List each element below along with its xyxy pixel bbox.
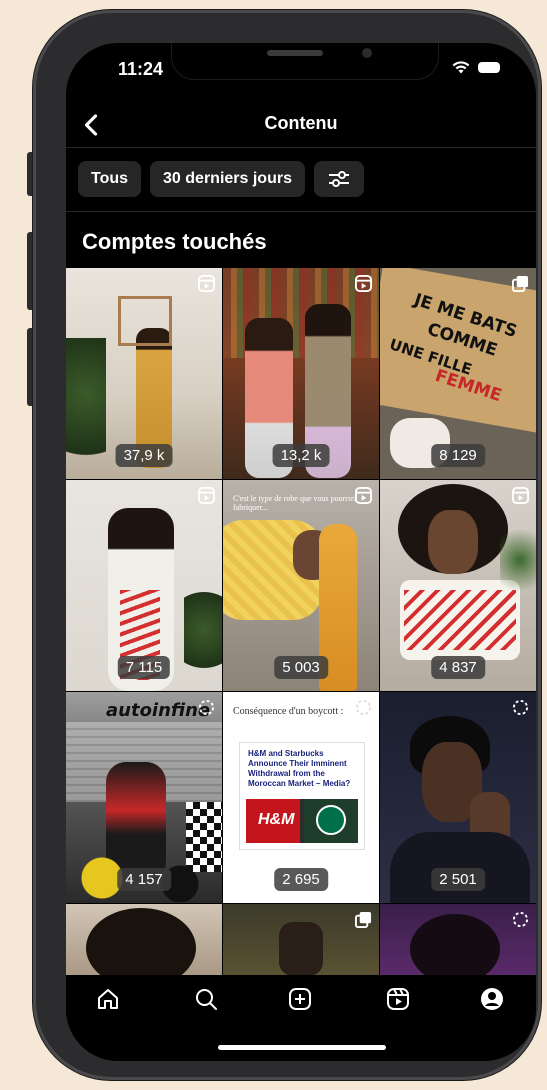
- reach-count: 7 115: [117, 656, 171, 679]
- post-thumbnail[interactable]: JE ME BATS COMME UNE FILLE FEMME 8 129: [380, 268, 536, 479]
- article-headline: H&M and Starbucks Announce Their Imminen…: [248, 749, 351, 788]
- reels-icon: [355, 487, 372, 504]
- battery-icon: [478, 62, 500, 73]
- phone-screen: 11:24 Contenu Tous 30 derniers jours Com…: [66, 43, 536, 1061]
- story-icon: [198, 699, 215, 716]
- reach-count: 13,2 k: [272, 444, 330, 467]
- notch: [172, 43, 438, 79]
- filter-chip-all[interactable]: Tous: [78, 161, 142, 197]
- wifi-icon: [452, 61, 470, 74]
- hm-logo: H&M: [258, 811, 295, 828]
- home-icon[interactable]: [96, 987, 120, 1011]
- reach-count: 2 695: [274, 868, 328, 891]
- photo-hair: [86, 908, 196, 976]
- carousel-icon: [512, 275, 529, 292]
- post-thumbnail[interactable]: 4 837: [380, 480, 536, 691]
- photo-plant: [66, 338, 106, 478]
- photo-hair: [410, 914, 500, 976]
- filter-chip-date-range[interactable]: 30 derniers jours: [150, 161, 305, 197]
- post-thumbnail[interactable]: [380, 904, 536, 976]
- reels-icon[interactable]: [386, 987, 410, 1011]
- reels-icon: [198, 275, 215, 292]
- section-title: Comptes touchés: [82, 229, 267, 254]
- story-icon: [355, 699, 372, 716]
- speaker: [267, 50, 323, 56]
- reach-count: 4 837: [431, 656, 485, 679]
- starbucks-logo: [316, 805, 346, 835]
- reels-icon: [512, 487, 529, 504]
- article-image: H&M: [246, 799, 358, 843]
- photo-checker-flag: [186, 802, 222, 872]
- photo-overlay-text: autoinfine: [106, 700, 211, 721]
- home-indicator: [218, 1045, 386, 1050]
- post-thumbnail[interactable]: 37,9 k: [66, 268, 222, 479]
- filter-divider: [66, 211, 536, 212]
- post-caption: C'est le type de robe que vous pourriez …: [233, 494, 358, 512]
- photo-plant: [184, 580, 222, 680]
- photo-plant: [500, 520, 536, 600]
- reach-count: 37,9 k: [115, 444, 173, 467]
- post-thumbnail[interactable]: 13,2 k: [223, 268, 379, 479]
- search-icon[interactable]: [194, 987, 218, 1011]
- article-card: H&M and Starbucks Announce Their Imminen…: [239, 742, 365, 850]
- profile-icon[interactable]: [480, 987, 504, 1011]
- reach-count: 2 501: [431, 868, 485, 891]
- post-thumbnail[interactable]: Conséquence d'un boycott : H&M and Starb…: [223, 692, 379, 903]
- status-time: 11:24: [118, 59, 164, 79]
- post-thumbnail[interactable]: 2 501: [380, 692, 536, 903]
- photo-face: [428, 510, 478, 574]
- post-caption: Conséquence d'un boycott :: [233, 706, 344, 717]
- sliders-icon: [328, 171, 349, 187]
- story-icon: [512, 911, 529, 928]
- reels-icon: [355, 275, 372, 292]
- post-thumbnail[interactable]: [223, 904, 379, 976]
- reach-count: 8 129: [431, 444, 485, 467]
- status-icons: [452, 61, 500, 74]
- post-thumbnail[interactable]: autoinfine 4 157: [66, 692, 222, 903]
- photo-shelf: [118, 296, 172, 346]
- post-thumbnail[interactable]: 7 115: [66, 480, 222, 691]
- reach-count: 5 003: [274, 656, 328, 679]
- story-icon: [512, 699, 529, 716]
- top-header: Contenu: [66, 103, 536, 145]
- filter-settings-button[interactable]: [313, 161, 364, 197]
- post-thumbnail[interactable]: [66, 904, 222, 976]
- front-camera: [362, 48, 372, 58]
- reach-count: 4 157: [117, 868, 171, 891]
- page-title: Contenu: [264, 113, 338, 133]
- create-icon[interactable]: [288, 987, 312, 1011]
- reels-icon: [198, 487, 215, 504]
- carousel-icon: [355, 911, 372, 928]
- posts-grid: 37,9 k 13,2 k JE ME BATS COMME UNE FILLE…: [66, 268, 536, 976]
- filter-bar: Tous 30 derniers jours: [78, 161, 364, 197]
- header-divider: [66, 147, 536, 148]
- post-thumbnail[interactable]: C'est le type de robe que vous pourriez …: [223, 480, 379, 691]
- photo-figure: [279, 922, 323, 976]
